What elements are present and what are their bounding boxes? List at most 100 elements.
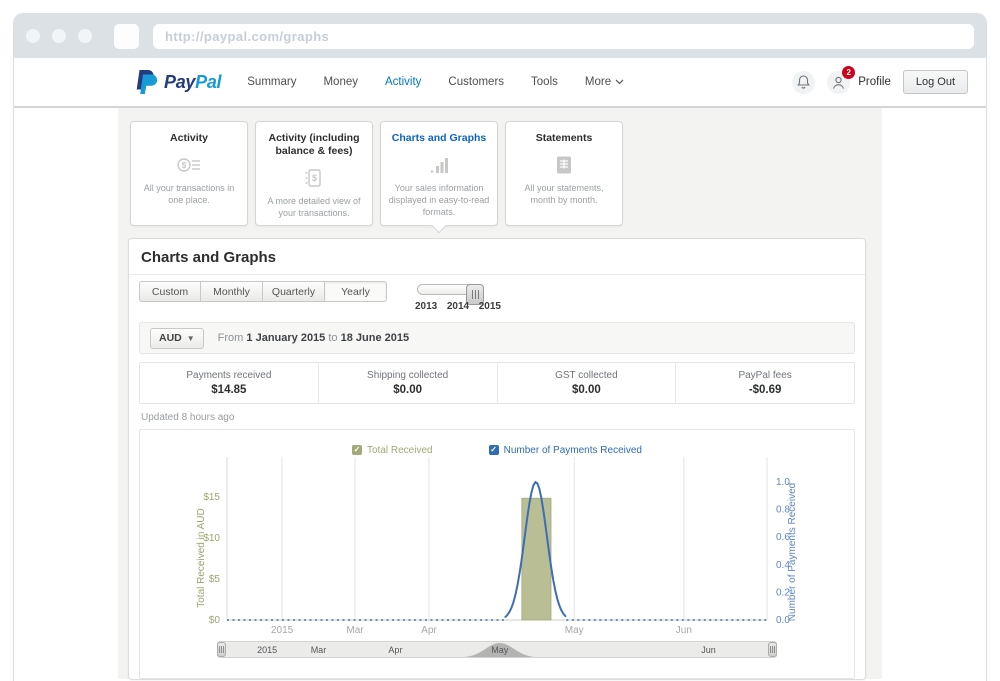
- currency-select[interactable]: AUD ▼: [150, 328, 204, 349]
- url-text: http://paypal.com/graphs: [165, 29, 329, 44]
- card-title: Statements: [513, 132, 615, 145]
- svg-text:$0: $0: [209, 615, 221, 626]
- currency-value: AUD: [159, 332, 182, 344]
- browser-chrome: http://paypal.com/graphs: [14, 14, 986, 58]
- svg-text:Apr: Apr: [421, 625, 437, 636]
- checkbox-checked-icon[interactable]: ✓: [489, 445, 499, 455]
- stat-shipping-collected: Shipping collected $0.00: [318, 363, 497, 403]
- svg-text:$: $: [182, 161, 187, 170]
- svg-text:$: $: [312, 173, 317, 183]
- navigator-left-handle[interactable]: [217, 642, 226, 657]
- tab-custom[interactable]: Custom: [139, 281, 201, 302]
- svg-text:Mar: Mar: [346, 625, 364, 636]
- caret-down-icon: ▼: [187, 334, 195, 343]
- navigator-label: 2015: [257, 645, 277, 655]
- svg-text:2015: 2015: [271, 625, 294, 636]
- nav-item-money[interactable]: Money: [323, 76, 358, 88]
- legend-label: Number of Payments Received: [504, 445, 642, 456]
- card-activity-balance-fees[interactable]: Activity (including balance & fees) $ A …: [255, 121, 373, 226]
- chart-range-navigator[interactable]: 2015 Mar Apr May Jun: [217, 641, 777, 658]
- paypal-logo[interactable]: PayPal: [134, 69, 221, 95]
- profile-button[interactable]: 2: [827, 71, 850, 94]
- browser-window: http://paypal.com/graphs PayPal Summary …: [14, 14, 986, 681]
- year-label-2014[interactable]: 2014: [447, 301, 469, 312]
- bell-icon: [797, 75, 810, 89]
- card-charts-and-graphs[interactable]: Charts and Graphs Your sales information…: [380, 121, 498, 226]
- card-activity[interactable]: Activity $ All your transactions in one …: [130, 121, 248, 226]
- date-to: 18 June 2015: [341, 332, 410, 344]
- card-statements[interactable]: Statements All your statements, month by…: [505, 121, 623, 226]
- currency-bar: AUD ▼ From 1 January 2015 to 18 June 201…: [139, 322, 855, 354]
- main-nav: Summary Money Activity Customers Tools M…: [247, 76, 624, 88]
- legend-label: Total Received: [367, 445, 433, 456]
- chevron-down-icon: [615, 79, 624, 85]
- svg-text:Number of Payments Received: Number of Payments Received: [787, 483, 798, 621]
- notification-badge: 2: [842, 66, 855, 79]
- legend-number-of-payments[interactable]: ✓ Number of Payments Received: [489, 443, 642, 457]
- card-description: All your transactions in one place.: [138, 183, 240, 206]
- card-title: Activity: [138, 132, 240, 145]
- navigator-label: Mar: [311, 645, 327, 655]
- sales-chart: 2015MarAprMayJun$0$5$10$15Total Received…: [140, 457, 858, 638]
- coin-list-icon: $: [138, 150, 240, 180]
- paypal-monogram-icon: [134, 69, 158, 95]
- window-dot[interactable]: [26, 29, 40, 43]
- date-range-text: From 1 January 2015 to 18 June 2015: [218, 332, 409, 344]
- nav-item-more[interactable]: More: [585, 76, 624, 88]
- card-description: All your statements, month by month.: [513, 183, 615, 206]
- date-from: 1 January 2015: [246, 332, 325, 344]
- chart-legend: ✓ Total Received ✓ Number of Payments Re…: [140, 443, 854, 457]
- profile-label[interactable]: Profile: [858, 76, 891, 88]
- navigator-label: Jun: [701, 645, 716, 655]
- logout-button[interactable]: Log Out: [903, 70, 968, 94]
- center-column: Activity $ All your transactions in one …: [118, 108, 882, 679]
- card-description: A more detailed view of your transaction…: [263, 196, 365, 219]
- year-label-2013[interactable]: 2013: [415, 301, 437, 312]
- year-slider-track[interactable]: [417, 284, 481, 295]
- tab-quarterly[interactable]: Quarterly: [263, 281, 325, 302]
- svg-text:$15: $15: [203, 492, 220, 503]
- url-bar[interactable]: http://paypal.com/graphs: [153, 24, 974, 49]
- card-title: Activity (including balance & fees): [263, 132, 365, 158]
- nav-item-summary[interactable]: Summary: [247, 76, 296, 88]
- card-title: Charts and Graphs: [388, 132, 490, 145]
- page-content: Activity $ All your transactions in one …: [14, 108, 986, 679]
- statement-icon: [513, 150, 615, 180]
- stat-paypal-fees: PayPal fees -$0.69: [675, 363, 854, 403]
- svg-text:Total Received in AUD: Total Received in AUD: [196, 508, 207, 608]
- new-tab-button[interactable]: [114, 24, 139, 49]
- year-slider: 2013 2014 2015: [415, 281, 501, 315]
- nav-item-activity[interactable]: Activity: [385, 76, 421, 88]
- tab-monthly[interactable]: Monthly: [201, 281, 263, 302]
- header-right: 2 Profile Log Out: [792, 70, 968, 94]
- screenshot-stage: http://paypal.com/graphs PayPal Summary …: [0, 0, 1000, 681]
- summary-stats-bar: Payments received $14.85 Shipping collec…: [139, 362, 855, 404]
- nav-item-tools[interactable]: Tools: [531, 76, 558, 88]
- panel-title: Charts and Graphs: [129, 239, 865, 274]
- activity-cards-row: Activity $ All your transactions in one …: [118, 121, 882, 226]
- chart-controls: Custom Monthly Quarterly Yearly 2013 2: [129, 275, 865, 317]
- card-description: Your sales information displayed in easy…: [388, 183, 490, 218]
- navigator-label: Apr: [388, 645, 402, 655]
- checkbox-checked-icon[interactable]: ✓: [352, 445, 362, 455]
- navigator-label: May: [491, 645, 508, 655]
- svg-text:$5: $5: [209, 574, 221, 585]
- range-tabs: Custom Monthly Quarterly Yearly: [139, 281, 387, 302]
- window-dot[interactable]: [78, 29, 92, 43]
- stat-gst-collected: GST collected $0.00: [497, 363, 676, 403]
- navigator-right-handle[interactable]: [768, 642, 777, 657]
- stat-payments-received: Payments received $14.85: [140, 363, 318, 403]
- paypal-wordmark: PayPal: [164, 72, 221, 93]
- svg-text:May: May: [565, 625, 584, 636]
- year-slider-labels: 2013 2014 2015: [415, 301, 501, 312]
- charts-and-graphs-panel: Charts and Graphs Custom Monthly Quarter…: [128, 238, 866, 680]
- chart-card: ✓ Total Received ✓ Number of Payments Re…: [139, 429, 855, 679]
- tab-yearly[interactable]: Yearly: [325, 281, 387, 302]
- legend-total-received[interactable]: ✓ Total Received: [352, 443, 433, 457]
- nav-item-customers[interactable]: Customers: [448, 76, 504, 88]
- bar-chart-icon: [388, 150, 490, 180]
- window-dot[interactable]: [52, 29, 66, 43]
- year-label-2015[interactable]: 2015: [479, 301, 501, 312]
- svg-text:Jun: Jun: [676, 625, 692, 636]
- notifications-button[interactable]: [792, 71, 815, 94]
